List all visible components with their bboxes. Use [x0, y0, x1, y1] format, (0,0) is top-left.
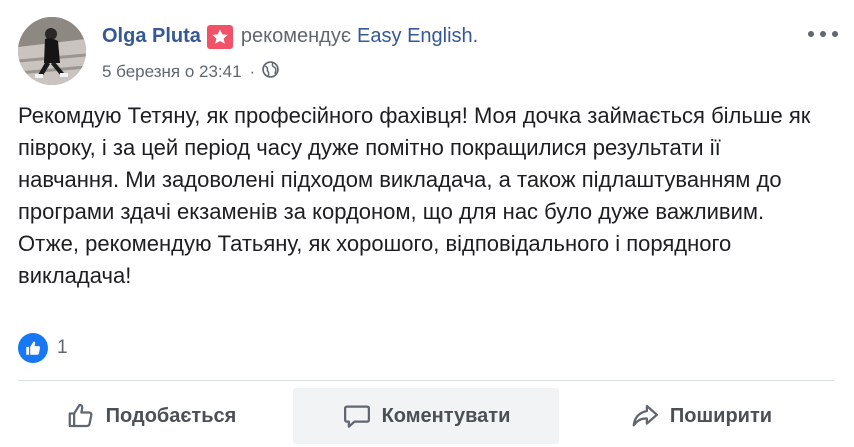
post-actions-bar: Подобається Коментувати Поширити — [18, 388, 834, 444]
more-options-icon[interactable] — [808, 26, 838, 42]
reactions-summary[interactable]: 1 — [18, 333, 68, 363]
share-button[interactable]: Поширити — [568, 388, 834, 444]
more-dot — [832, 31, 838, 37]
avatar-photo — [18, 17, 86, 85]
thumbs-up-icon — [68, 403, 93, 428]
actions-divider — [18, 380, 834, 381]
globe-icon[interactable] — [262, 61, 280, 83]
post-timestamp[interactable]: 5 березня о 23:41 — [102, 62, 242, 82]
comment-label: Коментувати — [381, 404, 511, 427]
more-dot — [820, 31, 826, 37]
post-body-text: Рекомдую Тетяну, як професійного фахівця… — [18, 103, 811, 288]
like-label: Подобається — [105, 404, 237, 427]
share-arrow-icon — [632, 404, 658, 427]
comment-icon — [343, 405, 370, 428]
recommend-action-text: рекомендує — [240, 24, 352, 47]
post-meta: 5 березня о 23:41 · — [102, 61, 280, 83]
author-name[interactable]: Olga Pluta — [102, 25, 201, 48]
share-label: Поширити — [669, 404, 773, 427]
comment-button[interactable]: Коментувати — [293, 388, 559, 444]
like-button[interactable]: Подобається — [18, 388, 284, 444]
author-avatar[interactable] — [18, 17, 86, 85]
more-dot — [808, 31, 814, 37]
recommended-page-link[interactable]: Easy English. — [357, 25, 478, 48]
meta-separator: · — [249, 62, 256, 81]
recommendation-star-icon — [206, 25, 233, 49]
post-header: Olga Pluta рекомендує Easy English. — [102, 24, 478, 49]
like-reaction-icon — [18, 333, 48, 363]
reaction-count: 1 — [57, 337, 68, 358]
